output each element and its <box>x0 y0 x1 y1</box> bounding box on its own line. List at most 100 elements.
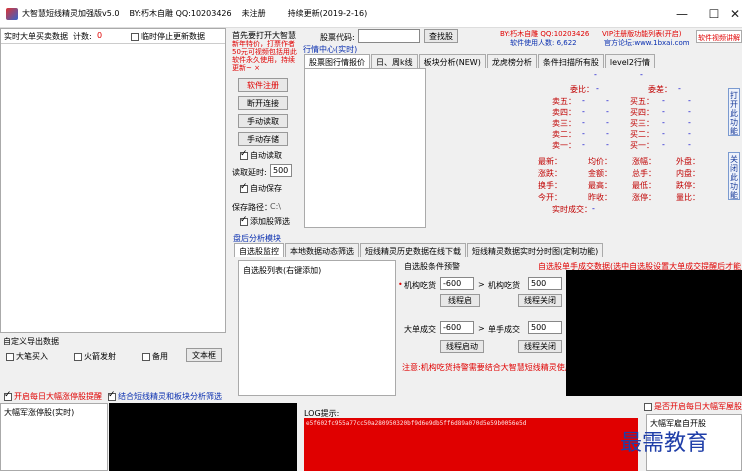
arrow-icon-2: > <box>478 324 485 333</box>
checkbox-icon <box>142 352 150 361</box>
buy-5-vol: - <box>688 96 691 105</box>
watchlist-panel[interactable]: 自选股列表(右键添加) <box>238 260 396 396</box>
checkbox-icon <box>240 215 248 226</box>
option-label: 备用 <box>152 352 168 361</box>
tab-watchlist-monitor[interactable]: 自选股监控 <box>234 243 284 257</box>
add-filter-checkbox[interactable]: 添加股筛选 <box>240 215 290 227</box>
enable-feature-button[interactable]: 打开此功能 <box>728 88 740 136</box>
text-box-button[interactable]: 文本框 <box>186 348 222 362</box>
pause-update-checkbox[interactable]: 临时停止更新数据 <box>131 31 205 42</box>
disable-feature-button[interactable]: 关闭此功能 <box>728 152 740 200</box>
buy-1-label: 买一： <box>630 141 654 150</box>
watchlist-label: 自选股列表(右键添加) <box>243 266 322 275</box>
single-trade-output <box>566 270 742 396</box>
real-trade-value: - <box>592 204 595 213</box>
buy-3-vol: - <box>688 118 691 127</box>
buy-5-label: 买五： <box>630 97 654 106</box>
analysis-tabs: 自选股监控 本地数据动态筛选 短线精灵历史数据在线下载 短线精灵数据实时分时图(定制功… <box>234 243 742 257</box>
stat-change: 涨跌： <box>538 169 562 178</box>
auto-save-checkbox[interactable]: 自动保存 <box>240 182 282 194</box>
combine-filter-label: 结合短线精灵和板块分析筛选 <box>118 392 222 401</box>
stat-pct: 涨幅： <box>632 157 656 166</box>
stat-turnover: 换手： <box>538 181 562 190</box>
big-trade-label: 大单成交 <box>404 325 436 334</box>
search-stock-button[interactable]: 查找股 <box>424 29 458 43</box>
stat-total-vol: 总手： <box>632 169 656 178</box>
stat-open: 今开： <box>538 193 562 202</box>
quote-panel: - - 委比： - 委差： - 卖五： 卖四： 卖三： 卖二： 卖一： - - … <box>430 68 742 228</box>
video-tutorial-button[interactable]: 软件视频讲解 <box>696 30 742 43</box>
save-path-value[interactable]: C:\ <box>270 202 281 211</box>
tab-history-download[interactable]: 短线精灵历史数据在线下载 <box>360 243 466 257</box>
tab-local-filter[interactable]: 本地数据动态筛选 <box>285 243 359 257</box>
title-bar: 大智慧短线精灵加强版v5.0 BY:朽木自雕 QQ:10203426 未注册 持… <box>0 0 742 28</box>
limit-up-panel: 大幅军涨停股(实时) <box>0 403 108 471</box>
close-button[interactable]: ✕ <box>728 0 742 28</box>
checkbox-icon <box>74 352 82 361</box>
buy-4-label: 买四： <box>630 108 654 117</box>
read-delay-label: 读取延时: <box>232 168 267 177</box>
tab-level2[interactable]: level2行情 <box>604 54 655 68</box>
tab-kline[interactable]: 日、周k线 <box>371 54 418 68</box>
required-marker: • <box>398 280 403 289</box>
wei-bi-value: - <box>596 84 599 93</box>
stat-avg-price: 均价： <box>588 157 612 166</box>
tab-dragon-tiger[interactable]: 龙虎榜分析 <box>486 54 537 68</box>
stat-high: 最高： <box>588 181 612 190</box>
daily-top-label: 是否开启每日大幅军屋股 <box>654 402 742 411</box>
tab-sector[interactable]: 板块分析(NEW) <box>418 54 486 68</box>
single-trade-input[interactable]: 500 <box>528 321 562 334</box>
manual-read-button[interactable]: 手动读取 <box>238 114 288 128</box>
sell-3-value: - <box>582 118 585 127</box>
read-delay-input[interactable]: 500 <box>270 164 292 177</box>
stat-limit-up: 涨停： <box>632 193 656 202</box>
stat-latest: 最新： <box>538 157 562 166</box>
stat-low: 最低： <box>632 181 656 190</box>
export-option-big-buy[interactable]: 大笔买入 <box>6 351 48 362</box>
save-path-label: 保存路径： <box>232 203 272 212</box>
buy-2-vol: - <box>688 129 691 138</box>
sell-1-label: 卖一： <box>552 141 576 150</box>
limit-up-title: 大幅军涨停股(实时) <box>4 408 75 417</box>
combine-filter-checkbox[interactable]: 结合短线精灵和板块分析筛选 <box>108 390 222 402</box>
thread-close-button-2[interactable]: 线程关闭 <box>518 340 562 353</box>
export-option-rocket[interactable]: 火箭发射 <box>74 351 116 362</box>
sell-5-label: 卖五： <box>552 97 576 106</box>
buy-1-value: - <box>662 140 665 149</box>
auto-read-checkbox[interactable]: 自动读取 <box>240 149 282 161</box>
usage-note: 注意:机构吃货持警需要结合大智慧短线精灵使用 <box>402 363 573 372</box>
tab-scan[interactable]: 条件扫描所有股 <box>537 54 604 68</box>
tab-realtime-chart[interactable]: 短线精灵数据实时分时图(定制功能) <box>467 243 604 257</box>
stat-inner: 内盘： <box>676 169 700 178</box>
update-note: 持续更新(2019-2-16) <box>287 9 368 18</box>
thread-start-button-1[interactable]: 线程启 <box>440 294 480 307</box>
register-button[interactable]: 软件注册 <box>238 78 288 92</box>
count-label: 计数: <box>73 32 92 41</box>
thread-start-button-2[interactable]: 线程启动 <box>440 340 484 353</box>
minimize-button[interactable]: — <box>666 0 698 28</box>
wei-cha-value: - <box>678 84 681 93</box>
stat-outer: 外盘： <box>676 157 700 166</box>
inst-sell-input[interactable]: 500 <box>528 277 562 290</box>
daily-top-checkbox[interactable]: 是否开启每日大幅军屋股 <box>644 401 742 412</box>
daily-limit-up-alert-checkbox[interactable]: 开启每日大幅涨停股提醒 <box>4 390 102 402</box>
big-order-panel: 实时大单买卖数据 计数: 0 临时停止更新数据 <box>0 28 226 333</box>
controls-column: 首先要打开大智慧 新年特价，打票作者50元可视频包括用此软件永久使用，持续更新~… <box>230 28 300 228</box>
buy-5-value: - <box>662 96 665 105</box>
big-trade-input[interactable]: -600 <box>440 321 474 334</box>
maximize-button[interactable]: ☐ <box>698 0 730 28</box>
stat-limit-down: 跌停： <box>676 181 700 190</box>
option-label: 火箭发射 <box>84 352 116 361</box>
condition-alert-title: 自选股条件预警 <box>404 262 460 271</box>
divider <box>1 43 225 44</box>
manual-save-button[interactable]: 手动存储 <box>238 132 288 146</box>
inst-buy-input[interactable]: -600 <box>440 277 474 290</box>
checkbox-icon <box>4 390 12 401</box>
tab-quote[interactable]: 股票图行情报价 <box>304 54 370 68</box>
thread-close-button-1[interactable]: 线程关闭 <box>518 294 562 307</box>
disconnect-button[interactable]: 断开连接 <box>238 96 288 110</box>
forum-link[interactable]: 官方论坛:www.1bxai.com <box>604 38 690 48</box>
stock-code-input[interactable] <box>358 29 420 43</box>
export-option-spare[interactable]: 备用 <box>142 351 168 362</box>
watermark-logo: 最需教育 <box>620 431 709 456</box>
